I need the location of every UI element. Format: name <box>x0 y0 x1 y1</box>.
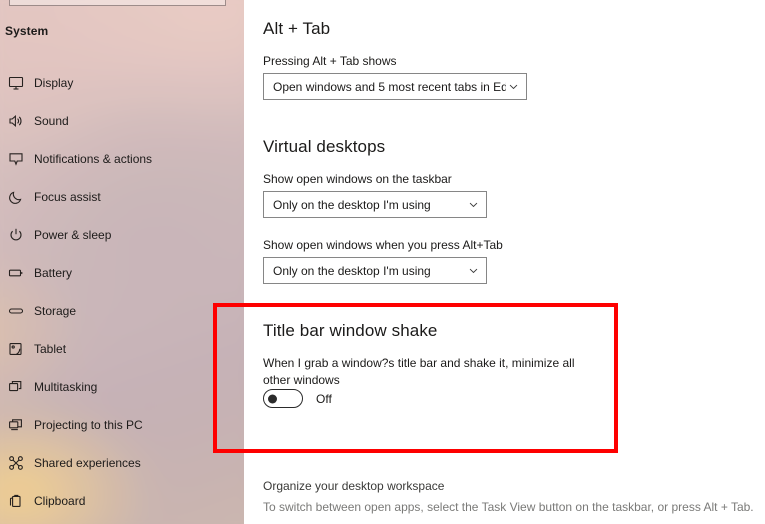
chevron-down-icon <box>466 198 480 212</box>
battery-icon <box>5 262 27 284</box>
alttab-windows-dropdown[interactable]: Only on the desktop I'm using <box>263 257 487 284</box>
sidebar-item-label: Sound <box>34 114 69 128</box>
alt-tab-dropdown[interactable]: Open windows and 5 most recent tabs in E… <box>263 73 527 100</box>
sidebar-item-tablet[interactable]: Tablet <box>0 330 244 368</box>
sidebar-item-label: Battery <box>34 266 73 280</box>
search-input[interactable] <box>9 0 226 6</box>
sidebar-item-focus-assist[interactable]: Focus assist <box>0 178 244 216</box>
speaker-icon <box>5 110 27 132</box>
taskbar-windows-dropdown-value: Only on the desktop I'm using <box>273 197 431 212</box>
sidebar-item-label: Tablet <box>34 342 67 356</box>
sidebar-item-notifications[interactable]: Notifications & actions <box>0 140 244 178</box>
sidebar-item-label: Power & sleep <box>34 228 112 242</box>
sidebar-item-label: Clipboard <box>34 494 86 508</box>
tablet-icon <box>5 338 27 360</box>
virtual-desktops-heading: Virtual desktops <box>263 137 386 156</box>
sidebar-item-label: Focus assist <box>34 190 101 204</box>
power-icon <box>5 224 27 246</box>
taskbar-windows-dropdown[interactable]: Only on the desktop I'm using <box>263 191 487 218</box>
title-bar-shake-description: When I grab a window?s title bar and sha… <box>263 356 575 387</box>
chevron-down-icon <box>466 264 480 278</box>
clipboard-icon <box>5 490 27 512</box>
alt-tab-field-label: Pressing Alt + Tab shows <box>263 54 397 68</box>
footer-heading: Organize your desktop workspace <box>263 479 445 493</box>
alt-tab-heading: Alt + Tab <box>263 19 331 38</box>
settings-sidebar: System Display Sound Notifications & act… <box>0 0 244 524</box>
title-bar-shake-toggle[interactable] <box>263 389 303 408</box>
footer-text: To switch between open apps, select the … <box>263 500 754 514</box>
sidebar-item-sound[interactable]: Sound <box>0 102 244 140</box>
toggle-knob <box>267 394 277 403</box>
alt-tab-dropdown-value: Open windows and 5 most recent tabs in E… <box>273 79 506 94</box>
sidebar-item-label: Shared experiences <box>34 456 141 470</box>
sidebar-item-power-sleep[interactable]: Power & sleep <box>0 216 244 254</box>
sidebar-item-projecting[interactable]: Projecting to this PC <box>0 406 244 444</box>
sidebar-item-battery[interactable]: Battery <box>0 254 244 292</box>
sidebar-nav: Display Sound Notifications & actions Fo… <box>0 64 244 520</box>
alttab-windows-label: Show open windows when you press Alt+Tab <box>263 238 503 252</box>
page-title: System <box>5 24 49 38</box>
sidebar-item-label: Storage <box>34 304 77 318</box>
chevron-down-icon <box>506 80 520 94</box>
alttab-windows-dropdown-value: Only on the desktop I'm using <box>273 263 431 278</box>
storage-icon <box>5 300 27 322</box>
sidebar-item-display[interactable]: Display <box>0 64 244 102</box>
projecting-icon <box>5 414 27 436</box>
moon-icon <box>5 186 27 208</box>
sidebar-item-label: Multitasking <box>34 380 98 394</box>
multitasking-icon <box>5 376 27 398</box>
sidebar-item-clipboard[interactable]: Clipboard <box>0 482 244 520</box>
sidebar-item-shared-experiences[interactable]: Shared experiences <box>0 444 244 482</box>
title-bar-shake-toggle-state: Off <box>316 391 332 406</box>
title-bar-shake-toggle-row: Off <box>263 389 332 408</box>
shared-experiences-icon <box>5 452 27 474</box>
sidebar-item-storage[interactable]: Storage <box>0 292 244 330</box>
sidebar-item-label: Display <box>34 76 74 90</box>
sidebar-item-multitasking[interactable]: Multitasking <box>0 368 244 406</box>
sidebar-item-label: Notifications & actions <box>34 152 153 166</box>
notification-icon <box>5 148 27 170</box>
title-bar-shake-heading: Title bar window shake <box>263 321 438 340</box>
settings-window: System Display Sound Notifications & act… <box>0 0 765 524</box>
settings-content: Alt + Tab Pressing Alt + Tab shows Open … <box>244 0 765 524</box>
taskbar-windows-label: Show open windows on the taskbar <box>263 172 452 186</box>
sidebar-item-label: Projecting to this PC <box>34 418 143 432</box>
monitor-icon <box>5 72 27 94</box>
